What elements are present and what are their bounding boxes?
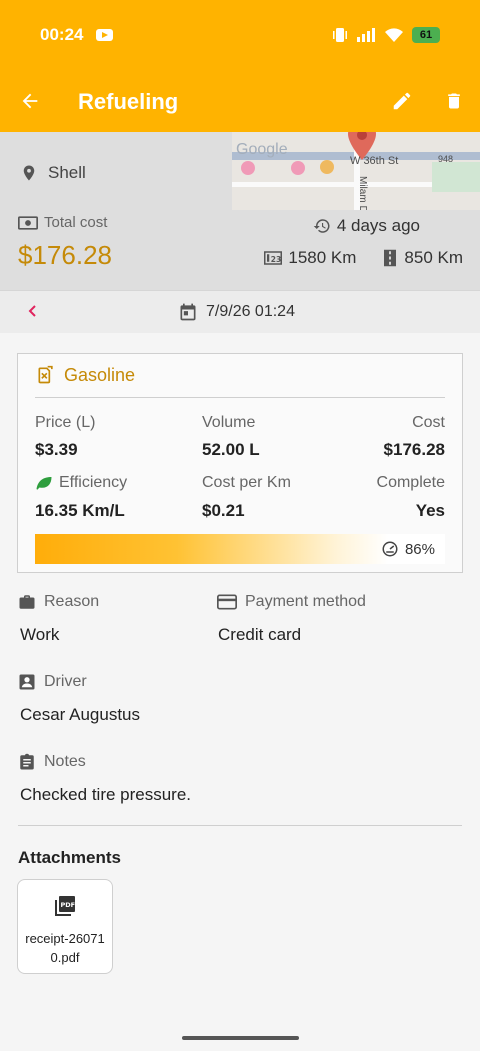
- fuel-level-bar: 86%: [35, 534, 445, 564]
- cost-label: Cost: [412, 414, 445, 431]
- efficiency-label: Efficiency: [35, 474, 127, 492]
- map-label-street: W 36th St: [350, 155, 398, 167]
- cost-value: $176.28: [383, 440, 445, 459]
- vibrate-icon: [333, 28, 347, 42]
- fuel-card: Gasoline Price (L) $3.39 Volume 52.00 L …: [17, 353, 463, 573]
- top-bar: 00:24 61 Refueling: [0, 0, 480, 132]
- driver-value: Cesar Augustus: [20, 705, 141, 724]
- attachments-title: Attachments: [18, 848, 121, 867]
- card-divider: [35, 397, 445, 398]
- total-cost-label: Total cost: [18, 214, 107, 231]
- distance-value: 850 Km: [404, 248, 463, 267]
- volume-label: Volume: [202, 414, 256, 431]
- attachment-item[interactable]: PDF receipt-260710.pdf: [17, 879, 113, 974]
- status-time: 00:24: [40, 25, 84, 44]
- calendar-icon: [180, 303, 196, 321]
- odometer-value: 1580 Km: [288, 248, 357, 267]
- notes-value: Checked tire pressure.: [20, 785, 192, 804]
- clipboard-icon: [20, 753, 34, 770]
- youtube-notification-icon: [96, 29, 113, 41]
- leaf-icon: [36, 477, 52, 490]
- station-location: Shell: [20, 162, 86, 184]
- payment-method-label: Payment method: [217, 593, 366, 611]
- map-label-google: Google: [236, 141, 288, 158]
- edit-button[interactable]: [382, 81, 422, 121]
- odometer-row: 23 1580 Km 850 Km: [264, 248, 463, 268]
- back-button[interactable]: [10, 81, 50, 121]
- complete-value: Yes: [415, 501, 445, 520]
- svg-text:23: 23: [271, 255, 281, 264]
- road-distance-icon: [384, 249, 397, 267]
- refuel-summary: Google W 36th St 948 Milam D Shell Total…: [0, 132, 480, 290]
- arrow-back-icon: [22, 93, 38, 109]
- trash-icon: [448, 93, 460, 109]
- efficiency-value: 16.35 Km/L: [35, 501, 125, 520]
- time-ago: 4 days ago: [313, 216, 420, 236]
- credit-card-icon: [217, 594, 237, 610]
- pdf-file-icon: PDF: [55, 896, 76, 916]
- refuel-date: 7/9/26 01:24: [178, 301, 295, 323]
- cost-per-km-label: Cost per Km: [202, 474, 291, 491]
- price-label: Price (L): [35, 414, 96, 431]
- status-bar: 00:24 61: [0, 0, 480, 70]
- gauge-icon: [382, 541, 398, 557]
- page-title: Refueling: [78, 89, 179, 114]
- driver-label: Driver: [18, 673, 87, 691]
- briefcase-icon: [19, 595, 35, 609]
- station-name: Shell: [48, 163, 86, 182]
- status-icons: 61: [332, 25, 440, 45]
- history-icon: [313, 219, 330, 233]
- app-bar: Refueling: [0, 75, 480, 131]
- location-pin-icon: [23, 165, 35, 181]
- wifi-icon: [385, 28, 403, 42]
- signal-icon: [357, 28, 375, 42]
- reason-label: Reason: [18, 593, 99, 611]
- date-bar: 7/9/26 01:24: [0, 290, 480, 333]
- previous-refuel-button[interactable]: [26, 302, 38, 325]
- odometer-icon: 23: [264, 251, 283, 265]
- fuel-type: Gasoline: [36, 364, 135, 386]
- fuel-level-fill: [35, 534, 388, 564]
- map-label-highway: 948: [438, 154, 453, 164]
- payment-method-value: Credit card: [218, 625, 302, 644]
- pencil-icon: [393, 92, 411, 110]
- delete-button[interactable]: [434, 81, 474, 121]
- person-badge-icon: [19, 674, 35, 690]
- attachment-filename: receipt-260710.pdf: [25, 931, 105, 965]
- reason-value: Work: [20, 625, 60, 644]
- svg-text:PDF: PDF: [61, 901, 76, 909]
- home-indicator[interactable]: [182, 1036, 299, 1040]
- battery-icon: 61: [412, 27, 440, 43]
- chevron-left-icon: [28, 305, 36, 317]
- fuel-can-icon: [38, 365, 53, 384]
- total-cost-value: $176.28: [18, 240, 112, 270]
- volume-value: 52.00 L: [202, 440, 260, 459]
- section-divider: [18, 825, 462, 826]
- cost-per-km-value: $0.21: [202, 501, 245, 520]
- price-value: $3.39: [35, 440, 78, 459]
- location-map[interactable]: Google W 36th St 948 Milam D: [232, 132, 480, 210]
- fuel-level-readout: 86%: [381, 540, 435, 558]
- notes-label: Notes: [18, 753, 86, 771]
- complete-label: Complete: [376, 474, 445, 491]
- cash-icon: [18, 215, 38, 230]
- map-label-milam: Milam D: [357, 176, 368, 210]
